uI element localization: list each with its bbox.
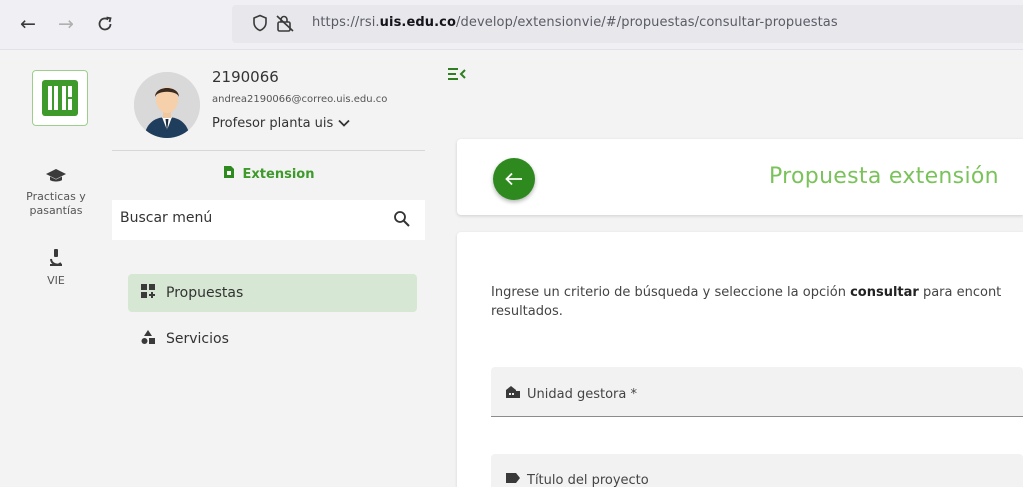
search-form-card: Ingrese un criterio de búsqueda y selecc…	[457, 232, 1023, 487]
user-email: andrea2190066@correo.uis.edu.co	[212, 94, 388, 105]
microscope-icon	[0, 248, 112, 272]
rail-item-vie[interactable]: VIE	[0, 248, 112, 288]
chevron-down-icon	[338, 116, 350, 131]
dashboard-add-icon	[140, 283, 156, 303]
instructions-text: Ingrese un criterio de búsqueda y selecc…	[491, 285, 1002, 319]
user-id: 2190066	[212, 68, 279, 86]
page-header: Propuesta extensión	[457, 139, 1023, 215]
label-tag-icon	[505, 472, 521, 487]
url-text: https://rsi.uis.edu.co/develop/extension…	[312, 15, 838, 30]
menu-search	[112, 200, 425, 240]
app-rail: Practicas y pasantías VIE	[0, 50, 112, 487]
field-label: Unidad gestora *	[527, 386, 637, 402]
insecure-lock-icon[interactable]	[276, 14, 296, 36]
sidebar-item-propuestas[interactable]: Propuestas	[128, 274, 417, 312]
role-label: Profesor planta uis	[212, 116, 334, 131]
browser-toolbar: ← → https://rsi.uis.edu.co/develop/exten…	[0, 0, 1023, 50]
role-selector[interactable]: Profesor planta uis	[212, 116, 350, 131]
avatar[interactable]	[134, 72, 200, 138]
unidad-gestora-field[interactable]: Unidad gestora *	[491, 367, 1023, 417]
shapes-icon	[140, 329, 156, 349]
back-arrow-icon[interactable]: ←	[15, 11, 41, 37]
graduation-cap-icon	[0, 168, 112, 188]
menu-search-input[interactable]	[120, 210, 380, 226]
forward-arrow-icon[interactable]: →	[53, 11, 79, 37]
sidebar: 2190066 andrea2190066@correo.uis.edu.co …	[112, 50, 425, 487]
sidebar-item-servicios[interactable]: Servicios	[128, 320, 417, 358]
titulo-proyecto-field[interactable]: Título del proyecto	[491, 454, 1023, 487]
uis-logo[interactable]	[32, 70, 88, 126]
address-bar[interactable]: https://rsi.uis.edu.co/develop/extension…	[232, 5, 1023, 43]
search-icon[interactable]	[393, 210, 411, 232]
reload-icon[interactable]	[92, 11, 118, 37]
divider	[112, 150, 425, 151]
menu-collapse-icon[interactable]	[447, 66, 467, 85]
page-title: Propuesta extensión	[769, 164, 999, 189]
field-label: Título del proyecto	[527, 472, 649, 487]
arrow-left-icon	[505, 167, 523, 191]
rail-item-practicas[interactable]: Practicas y pasantías	[0, 168, 112, 218]
building-icon	[505, 385, 521, 403]
document-icon	[223, 165, 235, 183]
section-title: Extension	[112, 165, 425, 183]
shield-icon[interactable]	[252, 14, 268, 36]
back-button[interactable]	[493, 158, 535, 200]
